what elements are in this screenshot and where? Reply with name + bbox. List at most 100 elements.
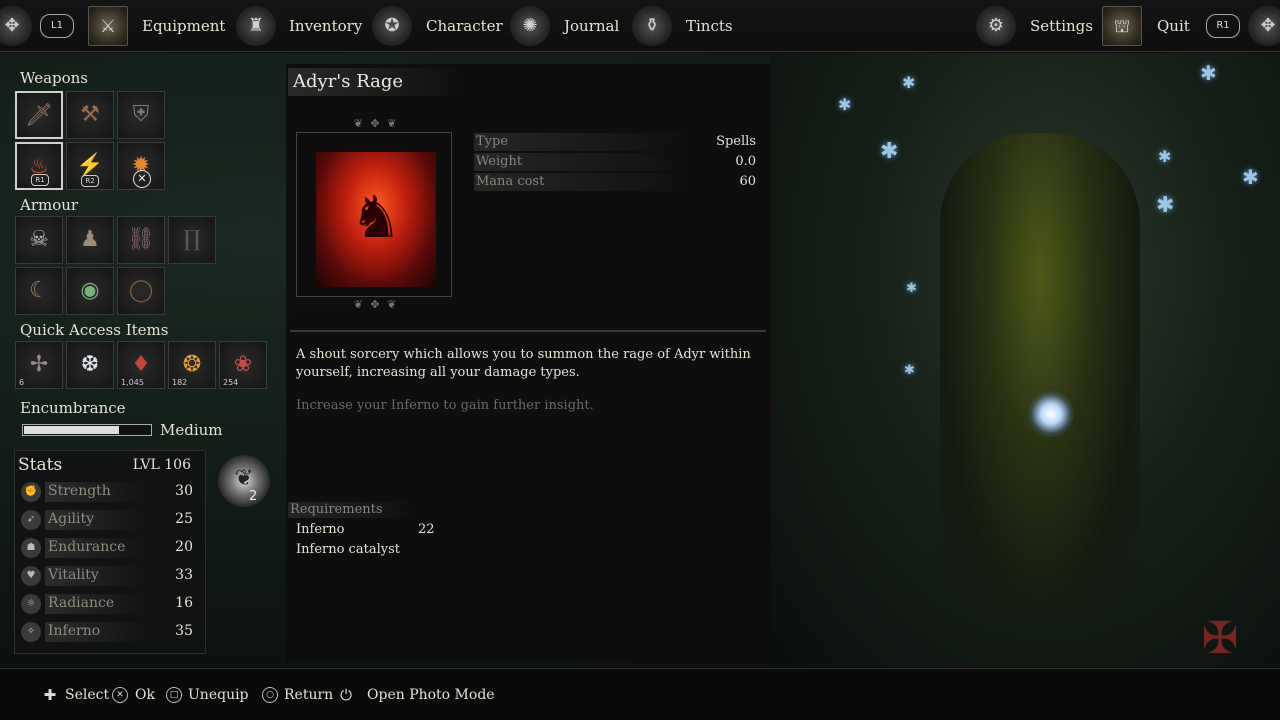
tincts-tab-icon[interactable]: ⚱: [632, 6, 672, 46]
square-button-icon: □: [166, 687, 182, 703]
radiance-icon: ☼: [21, 594, 41, 614]
weapon-slot-greatsword[interactable]: 🗡: [15, 91, 63, 139]
item-insight-hint: Increase your Inferno to gain further in…: [296, 398, 594, 413]
settings-button[interactable]: Settings: [1030, 17, 1093, 35]
stat-value: 35: [175, 623, 193, 639]
quick-item-slot[interactable]: ❀ 254: [219, 341, 267, 389]
quit-button[interactable]: Quit: [1157, 17, 1190, 35]
armour-slot-gloves[interactable]: ⛓: [117, 216, 165, 264]
detail-divider: [290, 330, 766, 332]
l1-bumper-button[interactable]: L1: [40, 14, 74, 38]
settings-gear-icon[interactable]: ⚙: [976, 6, 1016, 46]
quick-item-slot[interactable]: ✢ 6: [15, 341, 63, 389]
stat-row-endurance[interactable]: ☗ Endurance 20: [19, 535, 203, 561]
encumbrance-fill: [24, 426, 119, 434]
tab-journal[interactable]: Journal: [564, 17, 619, 35]
property-row-weight: Weight 0.0: [472, 152, 762, 172]
item-count: 254: [223, 378, 239, 387]
blue-flower-icon: ✱: [1200, 61, 1217, 85]
stat-row-vitality[interactable]: ♥ Vitality 33: [19, 563, 203, 589]
level-up-fetus-icon[interactable]: ❦: [218, 455, 270, 507]
endurance-icon: ☗: [21, 538, 41, 558]
quick-item-slot[interactable]: ♦ 1,045: [117, 341, 165, 389]
stat-row-agility[interactable]: ➶ Agility 25: [19, 507, 203, 533]
level-points-count: 2: [249, 489, 258, 504]
robe-icon: ♟: [80, 227, 100, 252]
requirement-name: Inferno catalyst: [296, 542, 400, 557]
controls-hint-bar: ✚ Select ✕ Ok □ Unequip ○ Return ⏻ Open …: [0, 668, 1280, 720]
weapon-slot-spell-adyrs-rage[interactable]: ♨ R1: [15, 142, 63, 190]
stats-title: Stats: [18, 455, 63, 475]
quick-item-slot[interactable]: ❂ 182: [168, 341, 216, 389]
armour-slot-helmet[interactable]: ☠: [15, 216, 63, 264]
r2-badge: R2: [81, 175, 99, 187]
stat-name: Strength: [48, 483, 111, 499]
quick-item-slot[interactable]: ❆: [66, 341, 114, 389]
stat-row-strength[interactable]: ✊ Strength 30: [19, 479, 203, 505]
shield-icon: ⛨: [132, 102, 150, 127]
weapon-slot-club[interactable]: ⚒: [66, 91, 114, 139]
tab-equipment[interactable]: Equipment: [142, 17, 225, 35]
ornament-right-icon: ✥: [1248, 6, 1280, 46]
amulet-slot[interactable]: ☾: [15, 267, 63, 315]
dark-ring-icon: ◯: [128, 278, 154, 303]
strength-icon: ✊: [21, 482, 41, 502]
r1-bumper-button[interactable]: R1: [1206, 14, 1240, 38]
property-row-type: Type Spells: [472, 132, 762, 152]
weapon-slot-fire-catalyst[interactable]: ✹ ✕: [117, 142, 165, 190]
character-tab-icon[interactable]: ✪: [372, 6, 412, 46]
ring-slot-green[interactable]: ◉: [66, 267, 114, 315]
inventory-tab-icon[interactable]: ♜: [236, 6, 276, 46]
club-icon: ⚒: [80, 102, 100, 127]
stats-panel: Stats LVL 106 ✊ Strength 30 ➶ Agility 25 ☗ En…: [14, 450, 206, 654]
circle-button-icon: ○: [262, 687, 278, 703]
weapon-slot-spell-bolt[interactable]: ⚡ R2: [66, 142, 114, 190]
stat-row-radiance[interactable]: ☼ Radiance 16: [19, 591, 203, 617]
chain-gloves-icon: ⛓: [127, 227, 155, 252]
stat-value: 16: [175, 595, 193, 611]
photo-mode-hint[interactable]: Open Photo Mode: [367, 687, 495, 703]
armour-slot-chest[interactable]: ♟: [66, 216, 114, 264]
tab-character[interactable]: Character: [426, 17, 503, 35]
select-hint[interactable]: Select: [65, 687, 109, 703]
blue-flower-icon: ✱: [906, 281, 917, 296]
blue-flower-icon: ✱: [880, 139, 899, 164]
tab-tincts[interactable]: Tincts: [686, 17, 733, 35]
requirement-name: Inferno: [296, 522, 345, 537]
blue-flower-icon: ✱: [1158, 147, 1172, 166]
armour-slot-legs[interactable]: ∏: [168, 216, 216, 264]
top-navigation-bar: ✥ L1 ⚔ Equipment ♜ Inventory ✪ Character…: [0, 0, 1280, 52]
r1-badge: R1: [31, 174, 49, 186]
quit-door-icon[interactable]: ⛫: [1102, 6, 1142, 46]
tab-inventory[interactable]: Inventory: [289, 17, 362, 35]
frame-ornament-bottom-icon: ❦ ✥ ❦: [353, 298, 399, 311]
stat-name: Endurance: [48, 539, 126, 555]
touchpad-icon: ⏻: [340, 686, 352, 704]
agility-icon: ➶: [21, 510, 41, 530]
inferno-icon: ✧: [21, 622, 41, 642]
ok-hint[interactable]: Ok: [135, 687, 155, 703]
return-hint[interactable]: Return: [284, 687, 333, 703]
item-description: A shout sorcery which allows you to summ…: [296, 347, 751, 380]
cross-button-icon: ✕: [112, 687, 128, 703]
unequip-hint[interactable]: Unequip: [188, 687, 249, 703]
stat-name: Radiance: [48, 595, 115, 611]
requirements-title: Requirements: [290, 502, 383, 517]
skull-helmet-icon: ☠: [29, 227, 49, 252]
equipment-tab-icon[interactable]: ⚔: [88, 6, 128, 46]
stat-name: Agility: [48, 511, 95, 527]
ring-slot-dark[interactable]: ◯: [117, 267, 165, 315]
character-preview-scene: ✱ ✱ ✱ ✱ ✱ ✱ ✱ ✱ ✱ ✱ ✠: [770, 53, 1280, 667]
stat-value: 33: [175, 567, 193, 583]
encumbrance-title: Encumbrance: [20, 399, 126, 417]
stat-row-inferno[interactable]: ✧ Inferno 35: [19, 619, 203, 645]
encumbrance-level: Medium: [160, 421, 223, 439]
journal-tab-icon[interactable]: ✺: [510, 6, 550, 46]
weapon-slot-shield[interactable]: ⛨: [117, 91, 165, 139]
property-value: Spells: [716, 134, 756, 149]
cross-button-icon: ✕: [133, 170, 151, 188]
item-title: Adyr's Rage: [293, 71, 404, 92]
blue-flower-icon: ✱: [1242, 165, 1259, 189]
item-art: ♞: [316, 152, 436, 287]
ornament-left-icon: ✥: [0, 6, 32, 46]
